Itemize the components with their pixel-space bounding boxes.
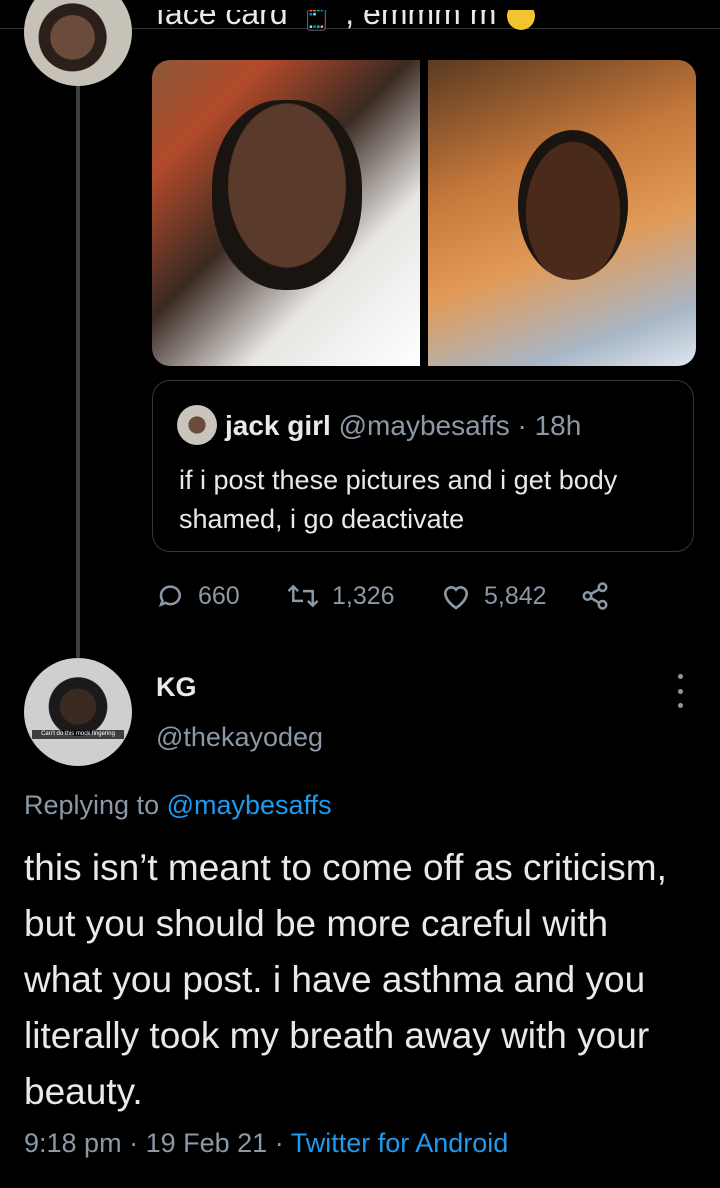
tweet-media-grid: [152, 60, 696, 366]
reply-author-name[interactable]: KG: [156, 672, 197, 703]
reply-author-handle[interactable]: @thekayodeg: [156, 722, 323, 753]
photo-2-subject: [518, 130, 628, 280]
tweet-time[interactable]: 9:18 pm: [24, 1128, 122, 1158]
top-tweet-text: face card 📱 , emmm m: [156, 10, 676, 44]
replying-to-line: Replying to @maybesaffs: [24, 790, 332, 821]
footer-separator: ·: [274, 1128, 284, 1158]
avatar-caption-text: Can't do this mock fingering: [32, 730, 124, 739]
like-button[interactable]: 5,842: [440, 578, 547, 614]
retweet-icon: [287, 584, 319, 608]
tweet-photo-2[interactable]: [428, 60, 696, 366]
like-count: 5,842: [484, 581, 547, 610]
tweet-date[interactable]: 19 Feb 21: [146, 1128, 268, 1158]
quoted-tweet-time: 18h: [534, 410, 582, 441]
phone-emoji-icon: 📱: [296, 10, 337, 31]
retweet-count: 1,326: [332, 581, 395, 610]
reply-count: 660: [198, 581, 240, 610]
quoted-tweet-text: if i post these pictures and i get body …: [179, 465, 618, 534]
original-author-avatar[interactable]: [24, 0, 132, 86]
reply-tweet-text: this isn’t meant to come off as criticis…: [24, 847, 667, 1112]
quoted-tweet-header: jack girl @maybesaffs · 18h: [225, 409, 581, 443]
quoted-author-handle: @maybesaffs: [338, 410, 510, 441]
reply-author-avatar[interactable]: Can't do this mock fingering: [24, 658, 132, 766]
tweet-timestamp-line: 9:18 pm · 19 Feb 21 · Twitter for Androi…: [24, 1128, 508, 1159]
tweet-photo-1[interactable]: [152, 60, 420, 366]
retweet-button[interactable]: 1,326: [286, 578, 395, 614]
more-dot: [677, 674, 683, 679]
share-button[interactable]: [580, 578, 622, 614]
thread-connector-line: [76, 70, 80, 658]
tweet-action-bar: 660 1,326 5,842: [156, 578, 636, 614]
neutral-face-emoji-icon: [507, 10, 536, 30]
more-dot: [677, 703, 683, 708]
reply-button[interactable]: 660: [156, 578, 240, 614]
reply-icon: [158, 585, 181, 607]
quoted-header-separator: ·: [509, 410, 535, 441]
replying-mention-link[interactable]: @maybesaffs: [167, 790, 332, 820]
tweet-source-link[interactable]: Twitter for Android: [291, 1128, 509, 1158]
heart-icon: [443, 586, 469, 610]
share-icon: [582, 582, 608, 610]
more-options-icon[interactable]: [666, 674, 694, 708]
photo-1-subject: [212, 100, 362, 290]
footer-separator: ·: [129, 1128, 139, 1158]
quoted-author-avatar: [177, 405, 217, 445]
more-dot: [677, 688, 683, 694]
top-tweet-fragment-2: , emmm m: [345, 10, 497, 31]
quoted-tweet-card[interactable]: jack girl @maybesaffs · 18h if i post th…: [152, 380, 694, 552]
replying-prefix: Replying to: [24, 790, 167, 820]
quoted-author-name: jack girl: [225, 410, 331, 441]
top-tweet-fragment: face card: [156, 10, 288, 31]
